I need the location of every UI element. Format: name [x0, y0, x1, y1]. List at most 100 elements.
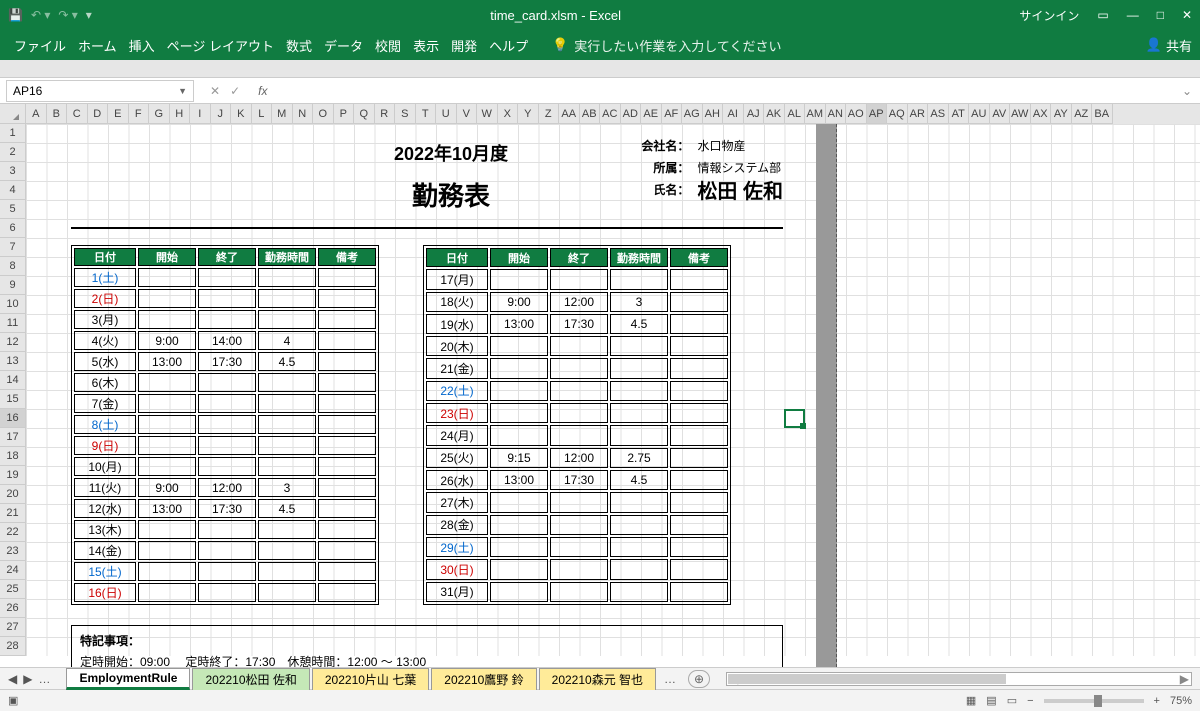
column-header[interactable]: S — [395, 104, 416, 124]
column-header[interactable]: AQ — [887, 104, 908, 124]
table-row[interactable]: 14(金) — [74, 541, 376, 560]
column-header[interactable]: AH — [703, 104, 724, 124]
column-header[interactable]: N — [293, 104, 314, 124]
column-header[interactable]: BA — [1092, 104, 1113, 124]
row-header[interactable]: 17 — [0, 428, 26, 447]
worksheet-grid[interactable]: ABCDEFGHIJKLMNOPQRSTUVWXYZAAABACADAEAFAG… — [0, 104, 1200, 667]
column-header[interactable]: G — [149, 104, 170, 124]
tab-nav-first-icon[interactable]: ◀ — [8, 672, 17, 686]
view-page-icon[interactable]: ▤ — [986, 694, 996, 707]
tab-more-icon[interactable]: … — [658, 672, 682, 686]
column-header[interactable]: AM — [805, 104, 826, 124]
table-row[interactable]: 3(月) — [74, 310, 376, 329]
table-row[interactable]: 21(金) — [426, 358, 728, 378]
column-header[interactable]: AS — [928, 104, 949, 124]
table-row[interactable]: 18(火)9:0012:003 — [426, 292, 728, 312]
view-normal-icon[interactable]: ▦ — [966, 694, 976, 707]
column-header[interactable]: R — [375, 104, 396, 124]
table-row[interactable]: 31(月) — [426, 582, 728, 602]
column-header[interactable]: I — [190, 104, 211, 124]
ribbon-tab[interactable]: ホーム — [72, 35, 123, 58]
sheet-tab[interactable]: 202210鷹野 鈴 — [431, 668, 536, 690]
column-header[interactable]: O — [313, 104, 334, 124]
column-header[interactable]: AR — [908, 104, 929, 124]
row-header[interactable]: 20 — [0, 485, 26, 504]
column-header[interactable]: C — [67, 104, 88, 124]
column-header[interactable]: Y — [518, 104, 539, 124]
ribbon-tab[interactable]: ページ レイアウト — [161, 35, 280, 58]
zoom-out-icon[interactable]: − — [1027, 695, 1033, 707]
ribbon-tab[interactable]: 挿入 — [123, 35, 161, 58]
table-row[interactable]: 23(日) — [426, 403, 728, 423]
column-header[interactable]: AK — [764, 104, 785, 124]
table-row[interactable]: 6(木) — [74, 373, 376, 392]
row-header[interactable]: 22 — [0, 523, 26, 542]
column-header[interactable]: M — [272, 104, 293, 124]
column-header[interactable]: X — [498, 104, 519, 124]
cancel-formula-icon[interactable]: ✕ — [210, 84, 220, 98]
horizontal-scrollbar[interactable]: ◀▶ — [726, 672, 1192, 686]
column-header[interactable]: H — [170, 104, 191, 124]
row-header[interactable]: 19 — [0, 466, 26, 485]
column-header[interactable]: AE — [641, 104, 662, 124]
row-header[interactable]: 25 — [0, 580, 26, 599]
column-header[interactable]: AT — [949, 104, 970, 124]
table-row[interactable]: 17(月) — [426, 269, 728, 289]
tab-nav-last-icon[interactable]: ▶ — [23, 672, 32, 686]
column-header[interactable]: L — [252, 104, 273, 124]
row-header[interactable]: 28 — [0, 637, 26, 656]
column-header[interactable]: K — [231, 104, 252, 124]
column-header[interactable]: AV — [990, 104, 1011, 124]
zoom-slider[interactable] — [1044, 699, 1144, 703]
ribbon-tab[interactable]: 校閲 — [369, 35, 407, 58]
undo-icon[interactable]: ↶ ▾ — [31, 8, 50, 22]
table-row[interactable]: 11(火)9:0012:003 — [74, 478, 376, 497]
table-row[interactable]: 28(金) — [426, 515, 728, 535]
column-header[interactable]: Z — [539, 104, 560, 124]
column-header[interactable]: E — [108, 104, 129, 124]
column-header[interactable]: A — [26, 104, 47, 124]
redo-icon[interactable]: ↷ ▾ — [58, 8, 77, 22]
row-header[interactable]: 12 — [0, 333, 26, 352]
sheet-tab[interactable]: 202210片山 七葉 — [312, 668, 429, 690]
row-header[interactable]: 10 — [0, 295, 26, 314]
table-row[interactable]: 15(土) — [74, 562, 376, 581]
row-header[interactable]: 2 — [0, 143, 26, 162]
save-icon[interactable]: 💾 — [8, 8, 23, 22]
column-header[interactable]: AX — [1031, 104, 1052, 124]
signin-button[interactable]: サインイン — [1019, 7, 1079, 24]
column-header[interactable]: AG — [682, 104, 703, 124]
column-header[interactable]: AP — [867, 104, 888, 124]
ribbon-tab[interactable]: ヘルプ — [483, 35, 534, 58]
column-header[interactable]: F — [129, 104, 150, 124]
table-row[interactable]: 2(日) — [74, 289, 376, 308]
close-icon[interactable]: ✕ — [1182, 8, 1192, 22]
column-header[interactable]: P — [334, 104, 355, 124]
table-row[interactable]: 8(土) — [74, 415, 376, 434]
column-header[interactable]: AA — [559, 104, 580, 124]
table-row[interactable]: 20(木) — [426, 336, 728, 356]
expand-formula-icon[interactable]: ⌄ — [1174, 84, 1200, 98]
column-header[interactable]: W — [477, 104, 498, 124]
column-header[interactable]: J — [211, 104, 232, 124]
column-header[interactable]: AN — [826, 104, 847, 124]
minimize-icon[interactable]: — — [1127, 8, 1139, 22]
macro-record-icon[interactable]: ▣ — [8, 694, 18, 707]
table-row[interactable]: 26(水)13:0017:304.5 — [426, 470, 728, 490]
column-header[interactable]: AD — [621, 104, 642, 124]
ribbon-tab[interactable]: 表示 — [407, 35, 445, 58]
table-row[interactable]: 5(水)13:0017:304.5 — [74, 352, 376, 371]
column-header[interactable]: AI — [723, 104, 744, 124]
row-header[interactable]: 14 — [0, 371, 26, 390]
row-header[interactable]: 5 — [0, 200, 26, 219]
table-row[interactable]: 24(月) — [426, 425, 728, 445]
row-header[interactable]: 27 — [0, 618, 26, 637]
table-row[interactable]: 16(日) — [74, 583, 376, 602]
row-header[interactable]: 21 — [0, 504, 26, 523]
new-sheet-button[interactable]: ⊕ — [688, 670, 710, 688]
column-header[interactable]: V — [457, 104, 478, 124]
row-header[interactable]: 7 — [0, 238, 26, 257]
maximize-icon[interactable]: □ — [1157, 8, 1164, 22]
zoom-level[interactable]: 75% — [1170, 695, 1192, 707]
table-row[interactable]: 19(水)13:0017:304.5 — [426, 314, 728, 334]
